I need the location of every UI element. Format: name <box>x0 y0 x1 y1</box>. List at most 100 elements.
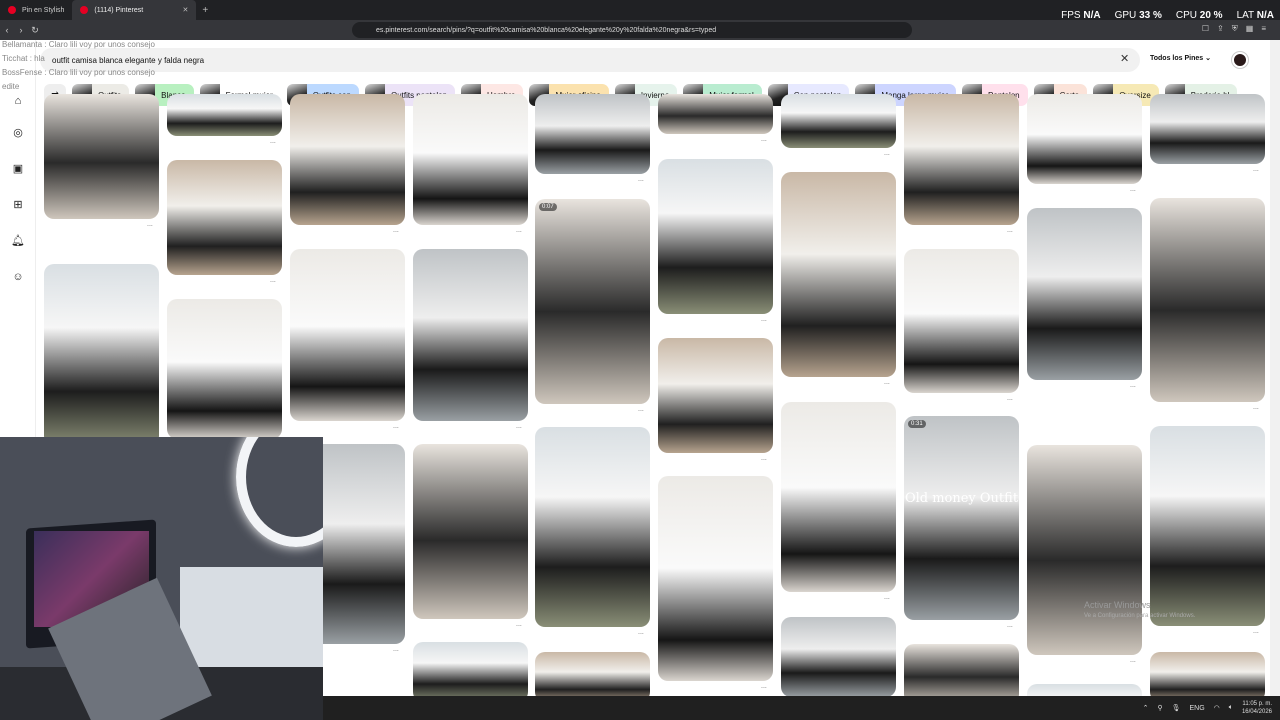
clock[interactable]: 11:05 p. m. 16/04/2026 <box>1242 700 1272 716</box>
menu-icon[interactable]: ≡ <box>1261 24 1266 34</box>
reload-icon[interactable]: ↻ <box>28 25 42 36</box>
mic-icon[interactable]: 🎙︎ <box>1172 704 1181 712</box>
boards-icon[interactable]: ▣ <box>11 162 25 176</box>
pin-more-button[interactable]: ... <box>393 227 399 234</box>
pin-card[interactable] <box>904 644 1019 696</box>
pin-more-button[interactable]: ... <box>270 277 276 284</box>
pin-more-button[interactable]: ... <box>147 221 153 228</box>
pin-card[interactable] <box>658 476 773 681</box>
search-input[interactable]: outfit camisa blanca elegante y falda ne… <box>40 48 1140 72</box>
pin-more-button[interactable]: ... <box>516 227 522 234</box>
pin-more-button[interactable]: ... <box>1007 395 1013 402</box>
pin-more-button[interactable]: ... <box>638 629 644 636</box>
pin-more-button[interactable]: ... <box>1130 382 1136 389</box>
pin-card[interactable] <box>781 172 896 377</box>
pin-card[interactable] <box>413 249 528 421</box>
pin-card[interactable] <box>413 94 528 225</box>
pin-more-button[interactable]: ... <box>270 138 276 145</box>
pin-image <box>658 94 773 134</box>
pin-card[interactable] <box>781 617 896 696</box>
clear-search-icon[interactable]: ✕ <box>1120 52 1129 65</box>
pin-card[interactable] <box>167 299 282 439</box>
url-text: es.pinterest.com/search/pins/?q=outfit%2… <box>376 26 717 34</box>
pinterest-icon <box>8 6 16 14</box>
pin-card[interactable] <box>904 249 1019 393</box>
bookmark-icon[interactable]: ☐ <box>1202 24 1209 34</box>
pin-card[interactable] <box>413 444 528 619</box>
pin-more-button[interactable]: ... <box>884 379 890 386</box>
brave-shield-icon[interactable]: ⛨ <box>1232 24 1238 34</box>
pin-card[interactable] <box>658 94 773 134</box>
pin-card[interactable] <box>904 94 1019 225</box>
pin-card[interactable] <box>1150 94 1265 164</box>
forward-icon[interactable]: › <box>14 25 28 35</box>
pin-more-button[interactable]: ... <box>1130 657 1136 664</box>
notifications-icon[interactable]: 🔔︎ <box>11 234 25 248</box>
network-icon[interactable]: ⚲ <box>1157 704 1162 712</box>
pin-card[interactable] <box>167 160 282 275</box>
avatar[interactable] <box>1232 52 1248 68</box>
pin-more-button[interactable]: ... <box>393 646 399 653</box>
pin-more-button[interactable]: ... <box>1253 166 1259 173</box>
pin-card[interactable] <box>781 402 896 592</box>
language-indicator[interactable]: ENG <box>1189 705 1204 712</box>
pin-card[interactable] <box>1150 426 1265 626</box>
pin-card[interactable] <box>290 249 405 421</box>
pin-more-button[interactable]: ... <box>516 423 522 430</box>
pin-more-button[interactable]: ... <box>638 176 644 183</box>
pin-more-button[interactable]: ... <box>761 136 767 143</box>
pin-card[interactable] <box>781 94 896 148</box>
create-icon[interactable]: ⊞ <box>11 198 25 212</box>
pin-more-button[interactable]: ... <box>761 455 767 462</box>
back-icon[interactable]: ‹ <box>0 25 14 35</box>
share-icon[interactable]: ⇪ <box>1217 24 1224 34</box>
pin-card[interactable] <box>1027 94 1142 184</box>
extensions-icon[interactable]: ▦ <box>1246 24 1254 34</box>
pin-image <box>44 94 159 219</box>
pin-card[interactable] <box>44 264 159 446</box>
pin-more-button[interactable]: ... <box>638 406 644 413</box>
video-duration-badge: 0:31 <box>908 420 926 428</box>
pin-card[interactable]: 0:07 <box>535 199 650 404</box>
pin-card[interactable] <box>167 94 282 136</box>
pin-more-button[interactable]: ... <box>761 683 767 690</box>
pin-more-button[interactable]: ... <box>884 150 890 157</box>
tab-pinterest[interactable]: (1114) Pinterest ✕ <box>72 0 197 20</box>
pin-card[interactable] <box>1027 445 1142 655</box>
explore-icon[interactable]: ◎ <box>11 126 25 140</box>
volume-icon[interactable]: 🔈︎ <box>1229 704 1233 712</box>
pin-more-button[interactable]: ... <box>516 621 522 628</box>
pin-image <box>535 199 650 404</box>
pin-more-button[interactable]: ... <box>1253 404 1259 411</box>
new-tab-button[interactable]: + <box>196 5 214 16</box>
pin-more-button[interactable]: ... <box>1253 628 1259 635</box>
tray-chevron-icon[interactable]: ⌃ <box>1143 704 1149 712</box>
pin-more-button[interactable]: ... <box>1007 227 1013 234</box>
pin-card[interactable] <box>658 159 773 314</box>
pins-filter-dropdown[interactable]: Todos los Pines ⌄ <box>1150 54 1211 62</box>
address-bar[interactable]: es.pinterest.com/search/pins/?q=outfit%2… <box>352 22 912 38</box>
pin-card[interactable] <box>535 427 650 627</box>
pin-card[interactable] <box>1027 684 1142 696</box>
pin-more-button[interactable]: ... <box>1007 622 1013 629</box>
pin-card[interactable]: 0:31 Old money Outfit <box>904 416 1019 620</box>
tab-pin-stylish[interactable]: Pin en Stylish <box>0 0 72 20</box>
pin-card[interactable] <box>44 94 159 219</box>
pin-card[interactable] <box>290 94 405 225</box>
home-icon[interactable]: ⌂ <box>11 94 25 108</box>
pin-card[interactable] <box>1150 198 1265 402</box>
pin-card[interactable] <box>658 338 773 453</box>
scrollbar[interactable] <box>1270 40 1280 696</box>
pin-card[interactable] <box>1027 208 1142 380</box>
pin-card[interactable] <box>413 642 528 696</box>
pin-more-button[interactable]: ... <box>1130 186 1136 193</box>
pin-more-button[interactable]: ... <box>884 594 890 601</box>
pin-more-button[interactable]: ... <box>761 316 767 323</box>
close-tab-icon[interactable]: ✕ <box>183 6 189 14</box>
wifi-icon[interactable]: ◠ <box>1214 704 1220 712</box>
pin-card[interactable] <box>535 94 650 174</box>
pin-more-button[interactable]: ... <box>393 423 399 430</box>
pin-card[interactable] <box>1150 652 1265 696</box>
messages-icon[interactable]: ☺ <box>11 270 25 284</box>
pin-card[interactable] <box>535 652 650 696</box>
